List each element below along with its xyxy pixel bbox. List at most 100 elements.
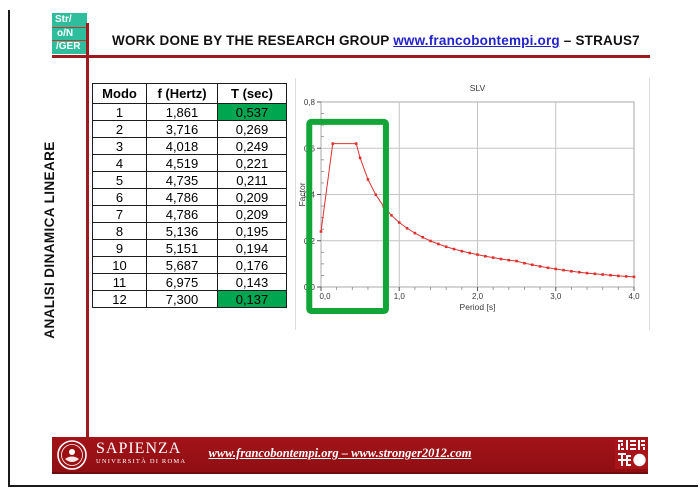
data-point-marker bbox=[445, 245, 448, 248]
sapienza-name: SAPIENZA bbox=[96, 441, 186, 457]
slide-border-left bbox=[8, 10, 10, 487]
y-tick-label: 0,8 bbox=[304, 98, 316, 107]
table-cell: 10 bbox=[93, 257, 147, 274]
table-cell: 0,194 bbox=[218, 240, 287, 257]
table-cell: 4,786 bbox=[147, 189, 218, 206]
table-cell: 11 bbox=[93, 274, 147, 291]
table-cell: 5,687 bbox=[147, 257, 218, 274]
sapienza-subtitle: UNIVERSITÀ DI ROMA bbox=[96, 459, 186, 466]
footer-link[interactable]: www.francobontempi.org – www.stronger201… bbox=[200, 446, 480, 461]
data-point-marker bbox=[390, 214, 393, 217]
data-point-marker bbox=[539, 265, 542, 268]
table-cell: 0,221 bbox=[218, 155, 287, 172]
table-cell: 3,716 bbox=[147, 121, 218, 138]
table-cell: 12 bbox=[93, 291, 147, 308]
data-point-marker bbox=[331, 142, 334, 145]
data-point-marker bbox=[484, 255, 487, 258]
table-cell: 3 bbox=[93, 138, 147, 155]
table-cell: 0,269 bbox=[218, 121, 287, 138]
x-tick-label: 2,0 bbox=[472, 292, 484, 301]
spectrum-chart: 0,01,02,03,04,00,00,20,40,60,8SLVPeriod … bbox=[296, 78, 649, 330]
y-axis-label: Factor bbox=[297, 182, 307, 206]
table-cell: 0,249 bbox=[218, 138, 287, 155]
data-point-marker bbox=[570, 270, 573, 273]
table-row: 23,7160,269 bbox=[93, 121, 287, 138]
stronger-logo: Str/ o/N /GER bbox=[52, 13, 87, 54]
data-point-marker bbox=[508, 259, 511, 262]
data-point-marker bbox=[554, 268, 557, 271]
header-title-prefix: WORK DONE BY THE RESEARCH GROUP bbox=[112, 33, 393, 48]
table-cell: 6,975 bbox=[147, 274, 218, 291]
data-point-marker bbox=[633, 276, 636, 279]
data-point-marker bbox=[437, 243, 440, 246]
left-vertical-rule bbox=[86, 23, 89, 437]
sapienza-wordmark: SAPIENZA UNIVERSITÀ DI ROMA bbox=[96, 441, 186, 466]
table-row: 64,7860,209 bbox=[93, 189, 287, 206]
slide-border-bottom bbox=[8, 485, 698, 487]
data-point-marker bbox=[601, 273, 604, 276]
data-point-marker bbox=[406, 227, 409, 230]
data-point-marker bbox=[562, 269, 565, 272]
data-point-marker bbox=[320, 230, 323, 233]
table-cell: 0,176 bbox=[218, 257, 287, 274]
data-point-marker bbox=[500, 258, 503, 261]
table-cell: 0,537 bbox=[218, 104, 287, 121]
table-row: 85,1360,195 bbox=[93, 223, 287, 240]
col-header-frequency: f (Hertz) bbox=[147, 84, 218, 104]
x-axis-label: Period [s] bbox=[460, 302, 496, 312]
table-cell: 7,300 bbox=[147, 291, 218, 308]
table-cell: 0,209 bbox=[218, 189, 287, 206]
header-link[interactable]: www.francobontempi.org bbox=[393, 33, 560, 48]
x-tick-label: 4,0 bbox=[628, 292, 640, 301]
table-header-row: Modo f (Hertz) T (sec) bbox=[93, 84, 287, 104]
data-point-marker bbox=[367, 178, 370, 181]
table-row: 105,6870,176 bbox=[93, 257, 287, 274]
table-cell: 5,136 bbox=[147, 223, 218, 240]
data-point-marker bbox=[625, 275, 628, 278]
table-cell: 4,519 bbox=[147, 155, 218, 172]
table-row: 11,8610,537 bbox=[93, 104, 287, 121]
header-title: WORK DONE BY THE RESEARCH GROUP www.fran… bbox=[112, 33, 672, 48]
table-row: 34,0180,249 bbox=[93, 138, 287, 155]
x-tick-label: 0,0 bbox=[319, 292, 331, 301]
table-row: 74,7860,209 bbox=[93, 206, 287, 223]
table-row: 116,9750,143 bbox=[93, 274, 287, 291]
table-cell: 0,137 bbox=[218, 291, 287, 308]
table-cell: 0,211 bbox=[218, 172, 287, 189]
table-cell: 1,861 bbox=[147, 104, 218, 121]
table-cell: 5 bbox=[93, 172, 147, 189]
data-point-marker bbox=[468, 252, 471, 255]
table-cell: 4,018 bbox=[147, 138, 218, 155]
data-point-marker bbox=[355, 142, 358, 145]
data-point-marker bbox=[609, 274, 612, 277]
data-point-marker bbox=[617, 275, 620, 278]
data-point-marker bbox=[515, 260, 518, 263]
data-point-marker bbox=[398, 221, 401, 224]
data-point-marker bbox=[414, 232, 417, 235]
data-point-marker bbox=[492, 256, 495, 259]
table-cell: 1 bbox=[93, 104, 147, 121]
stronger-logo-line1: Str/ bbox=[52, 14, 87, 28]
data-point-marker bbox=[547, 267, 550, 270]
header-title-suffix: – STRAUS7 bbox=[560, 33, 640, 48]
table-cell: 4,735 bbox=[147, 172, 218, 189]
data-point-marker bbox=[476, 253, 479, 256]
table-cell: 2 bbox=[93, 121, 147, 138]
header-rule bbox=[52, 55, 650, 58]
data-point-marker bbox=[594, 273, 597, 276]
table-row: 127,3000,137 bbox=[93, 291, 287, 308]
data-point-marker bbox=[453, 248, 456, 251]
table-cell: 0,195 bbox=[218, 223, 287, 240]
table-cell: 0,209 bbox=[218, 206, 287, 223]
data-point-marker bbox=[359, 157, 362, 160]
table-row: 54,7350,211 bbox=[93, 172, 287, 189]
col-header-modo: Modo bbox=[93, 84, 147, 104]
modes-table: Modo f (Hertz) T (sec) 11,8610,53723,716… bbox=[92, 83, 287, 308]
sapienza-logo bbox=[57, 440, 87, 470]
modes-table-body: 11,8610,53723,7160,26934,0180,24944,5190… bbox=[93, 104, 287, 308]
table-cell: 0,143 bbox=[218, 274, 287, 291]
data-point-marker bbox=[429, 240, 432, 243]
data-point-marker bbox=[586, 272, 589, 275]
data-point-marker bbox=[578, 271, 581, 274]
chart-panel: 0,01,02,03,04,00,00,20,40,60,8SLVPeriod … bbox=[295, 78, 650, 330]
